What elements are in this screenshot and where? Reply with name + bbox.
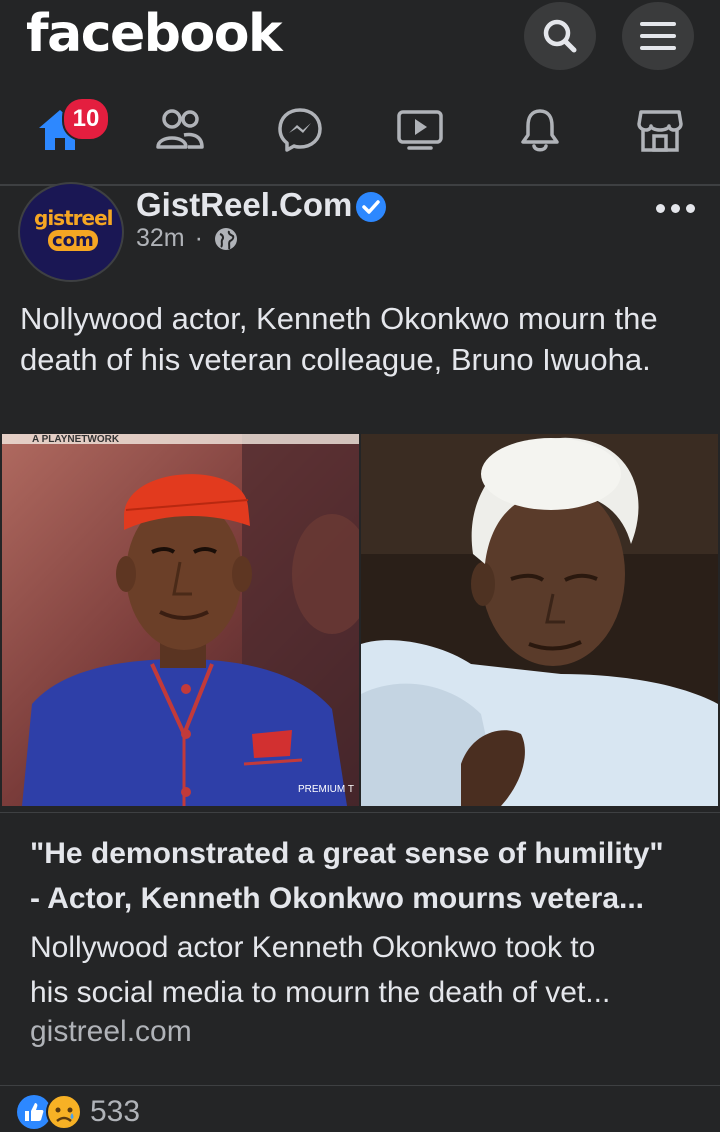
hamburger-menu-icon: [640, 22, 676, 50]
post-text: Nollywood actor, Kenneth Okonkwo mourn t…: [20, 301, 658, 377]
photo-kenneth-okonkwo: A PLAYNETWORK PREMIUM T: [2, 434, 359, 806]
more-dot-icon: [656, 203, 665, 213]
bell-icon: [521, 109, 559, 152]
globe-icon: [214, 227, 237, 250]
tab-watch[interactable]: [380, 100, 460, 160]
reaction-summary[interactable]: 533: [16, 1092, 140, 1132]
messenger-icon: [278, 108, 322, 152]
tab-messenger[interactable]: [260, 100, 340, 160]
sad-reaction-icon: [46, 1094, 82, 1130]
photo-watermark: PREMIUM T: [298, 784, 354, 795]
tab-bar: [0, 84, 720, 186]
page-avatar[interactable]: gistreel com: [18, 182, 124, 282]
link-title[interactable]: "He demonstrated a great sense of humili…: [30, 831, 690, 921]
top-bar: facebook: [0, 0, 720, 80]
reaction-count: 533: [90, 1095, 141, 1128]
facebook-logo[interactable]: facebook: [26, 4, 283, 64]
link-title-line-2: - Actor, Kenneth Okonkwo mourns vetera..…: [30, 882, 645, 915]
menu-button[interactable]: [622, 2, 694, 70]
link-preview-card[interactable]: "He demonstrated a great sense of humili…: [0, 812, 720, 1086]
marketplace-store-icon: [637, 110, 683, 152]
tab-marketplace[interactable]: [620, 100, 700, 160]
search-icon: [543, 19, 577, 53]
verified-badge-icon: [356, 192, 386, 222]
avatar-logo-suffix: com: [48, 230, 98, 251]
meta-separator: ·: [194, 224, 203, 252]
notification-badge: 10: [62, 97, 110, 141]
avatar-logo-text: gistreel: [34, 206, 113, 230]
tab-friends[interactable]: [140, 100, 220, 160]
link-title-line-1: "He demonstrated a great sense of humili…: [30, 837, 664, 870]
link-desc-line-1: Nollywood actor Kenneth Okonkwo took to: [30, 931, 596, 964]
post-options-button[interactable]: [656, 196, 702, 220]
tab-notifications[interactable]: [500, 100, 580, 160]
post-photo-right[interactable]: [361, 434, 718, 806]
link-desc-line-2: his social media to mourn the death of v…: [30, 976, 611, 1009]
link-description: Nollywood actor Kenneth Okonkwo took to …: [30, 925, 690, 1015]
photo-bruno-iwuoha: [361, 434, 718, 806]
post-time[interactable]: 32m: [136, 224, 185, 253]
more-dot-icon: [686, 203, 695, 213]
post-photo-left[interactable]: A PLAYNETWORK PREMIUM T: [2, 434, 359, 806]
search-button[interactable]: [524, 2, 596, 70]
more-dot-icon: [671, 203, 680, 213]
watch-video-icon: [397, 110, 443, 150]
page-name[interactable]: GistReel.Com: [136, 186, 352, 224]
link-domain: gistreel.com: [30, 1015, 192, 1048]
post-meta: 32m ·: [136, 224, 239, 253]
friends-icon: [156, 109, 204, 149]
post-header: gistreel com GistReel.Com 32m ·: [0, 182, 720, 282]
poster-caption: A PLAYNETWORK: [32, 434, 120, 445]
